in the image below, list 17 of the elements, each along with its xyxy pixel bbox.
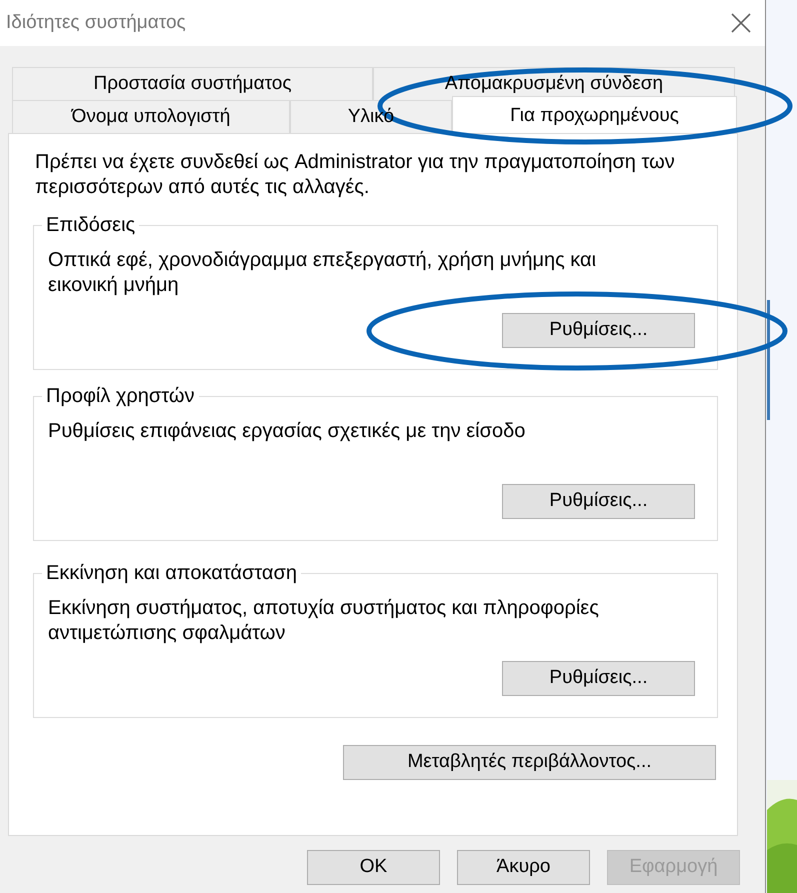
environment-variables-button[interactable]: Μεταβλητές περιβάλλοντος... xyxy=(343,745,716,780)
group-description: Εκκίνηση συστήματος, αποτυχία συστήματος και πληροφορίες αντιμετώπισης σφαλμάτων xyxy=(48,596,600,646)
dialog-button[interactable]: Άκυρο xyxy=(457,850,590,885)
close-icon[interactable] xyxy=(731,13,751,33)
settings-button[interactable]: Ρυθμίσεις... xyxy=(502,313,695,348)
group-title: Εκκίνηση και αποκατάσταση xyxy=(42,561,301,586)
intro-text: Πρέπει να έχετε συνδεθεί ως Administrator για την πραγματοποίηση των περισσότερων από αυτές τις αλλαγές. xyxy=(34,150,676,200)
dialog-button[interactable]: OK xyxy=(307,850,440,885)
tab[interactable]: Για προχωρημένους xyxy=(452,96,737,133)
tab[interactable]: Όνομα υπολογιστή xyxy=(12,100,290,133)
settings-button[interactable]: Ρυθμίσεις... xyxy=(502,661,695,696)
group-description: Ρυθμίσεις επιφάνειας εργασίας σχετικές με την είσοδο xyxy=(48,419,526,444)
group-title: Προφίλ χρηστών xyxy=(42,384,198,409)
settings-button[interactable]: Ρυθμίσεις... xyxy=(502,484,695,519)
group-description: Οπτικά εφέ, χρονοδιάγραμμα επεξεργαστή, χρήση μνήμης και εικονική μνήμη xyxy=(48,248,598,298)
window-title: Ιδιότητες συστήματος xyxy=(6,10,186,35)
tab[interactable]: Προστασία συστήματος xyxy=(12,67,373,100)
